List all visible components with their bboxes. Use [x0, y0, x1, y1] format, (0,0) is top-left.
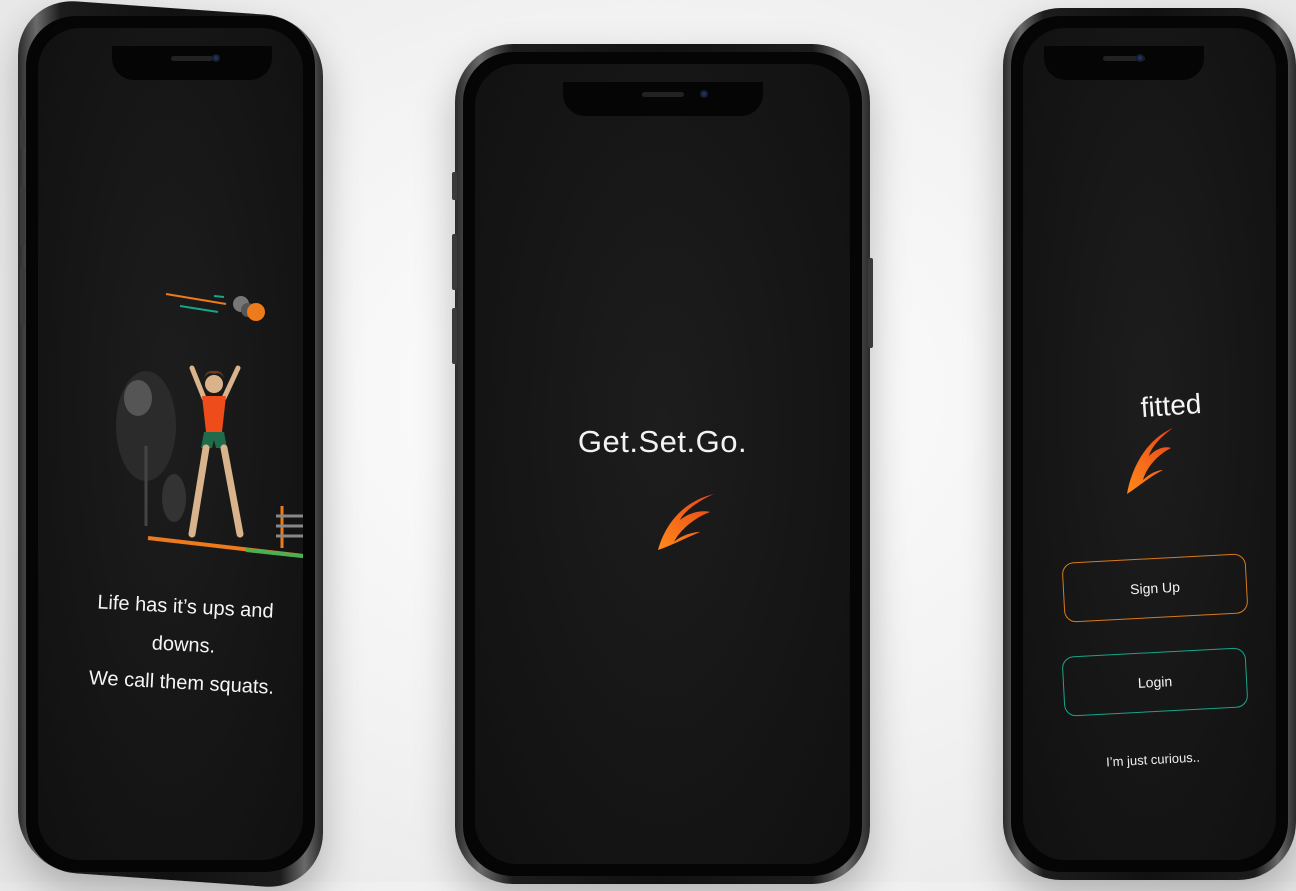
notch [1044, 46, 1205, 80]
fitted-flame-logo-icon [658, 494, 714, 550]
tree-icon [162, 474, 186, 522]
phone-right-welcome-screen: fitted Sign Up Login I’m just curious.. [1003, 8, 1296, 880]
screen: fitted Sign Up Login I’m just curious.. [1023, 28, 1276, 860]
power-button [868, 258, 873, 348]
notch [562, 82, 763, 116]
brand-name: fitted [1139, 387, 1203, 424]
sign-up-button[interactable]: Sign Up [1061, 553, 1249, 623]
volume-up-button [20, 186, 25, 246]
person-leg [188, 444, 210, 538]
sun-icon [247, 303, 265, 321]
motivational-quote: Life has it’s ups and downs. We call the… [81, 583, 286, 707]
volume-down-button [20, 266, 25, 326]
person-shirt [202, 396, 226, 432]
camera-icon [699, 90, 708, 98]
tree-icon [124, 380, 152, 416]
volume-up-button [452, 234, 457, 290]
just-curious-link[interactable]: I’m just curious.. [1093, 749, 1214, 770]
person-leg [220, 444, 244, 538]
mute-switch [20, 118, 25, 148]
person-arm [221, 365, 241, 401]
person-head [205, 375, 223, 393]
speaker [641, 92, 684, 97]
mute-switch [452, 172, 457, 200]
camera-icon [211, 54, 220, 62]
phone-left-squats-screen: Life has it’s ups and downs. We call the… [18, 0, 323, 891]
splash-tagline: Get.Set.Go. [577, 424, 748, 459]
phone-middle-splash-screen: Get.Set.Go. [452, 44, 873, 884]
squat-illustration [116, 293, 303, 559]
login-button[interactable]: Login [1061, 647, 1249, 717]
speaker [170, 56, 213, 61]
camera-icon [1136, 54, 1145, 62]
screen: Life has it’s ups and downs. We call the… [38, 28, 303, 860]
screen: Get.Set.Go. [475, 64, 850, 864]
speed-line [179, 305, 219, 313]
volume-down-button [452, 308, 457, 364]
person-arm [189, 365, 207, 401]
quote-line-1: Life has it’s ups and downs. [96, 591, 275, 658]
ground-line-grass [245, 548, 303, 559]
notch [111, 46, 272, 80]
fitted-flame-logo-icon [1127, 428, 1173, 494]
speed-line [213, 295, 225, 298]
